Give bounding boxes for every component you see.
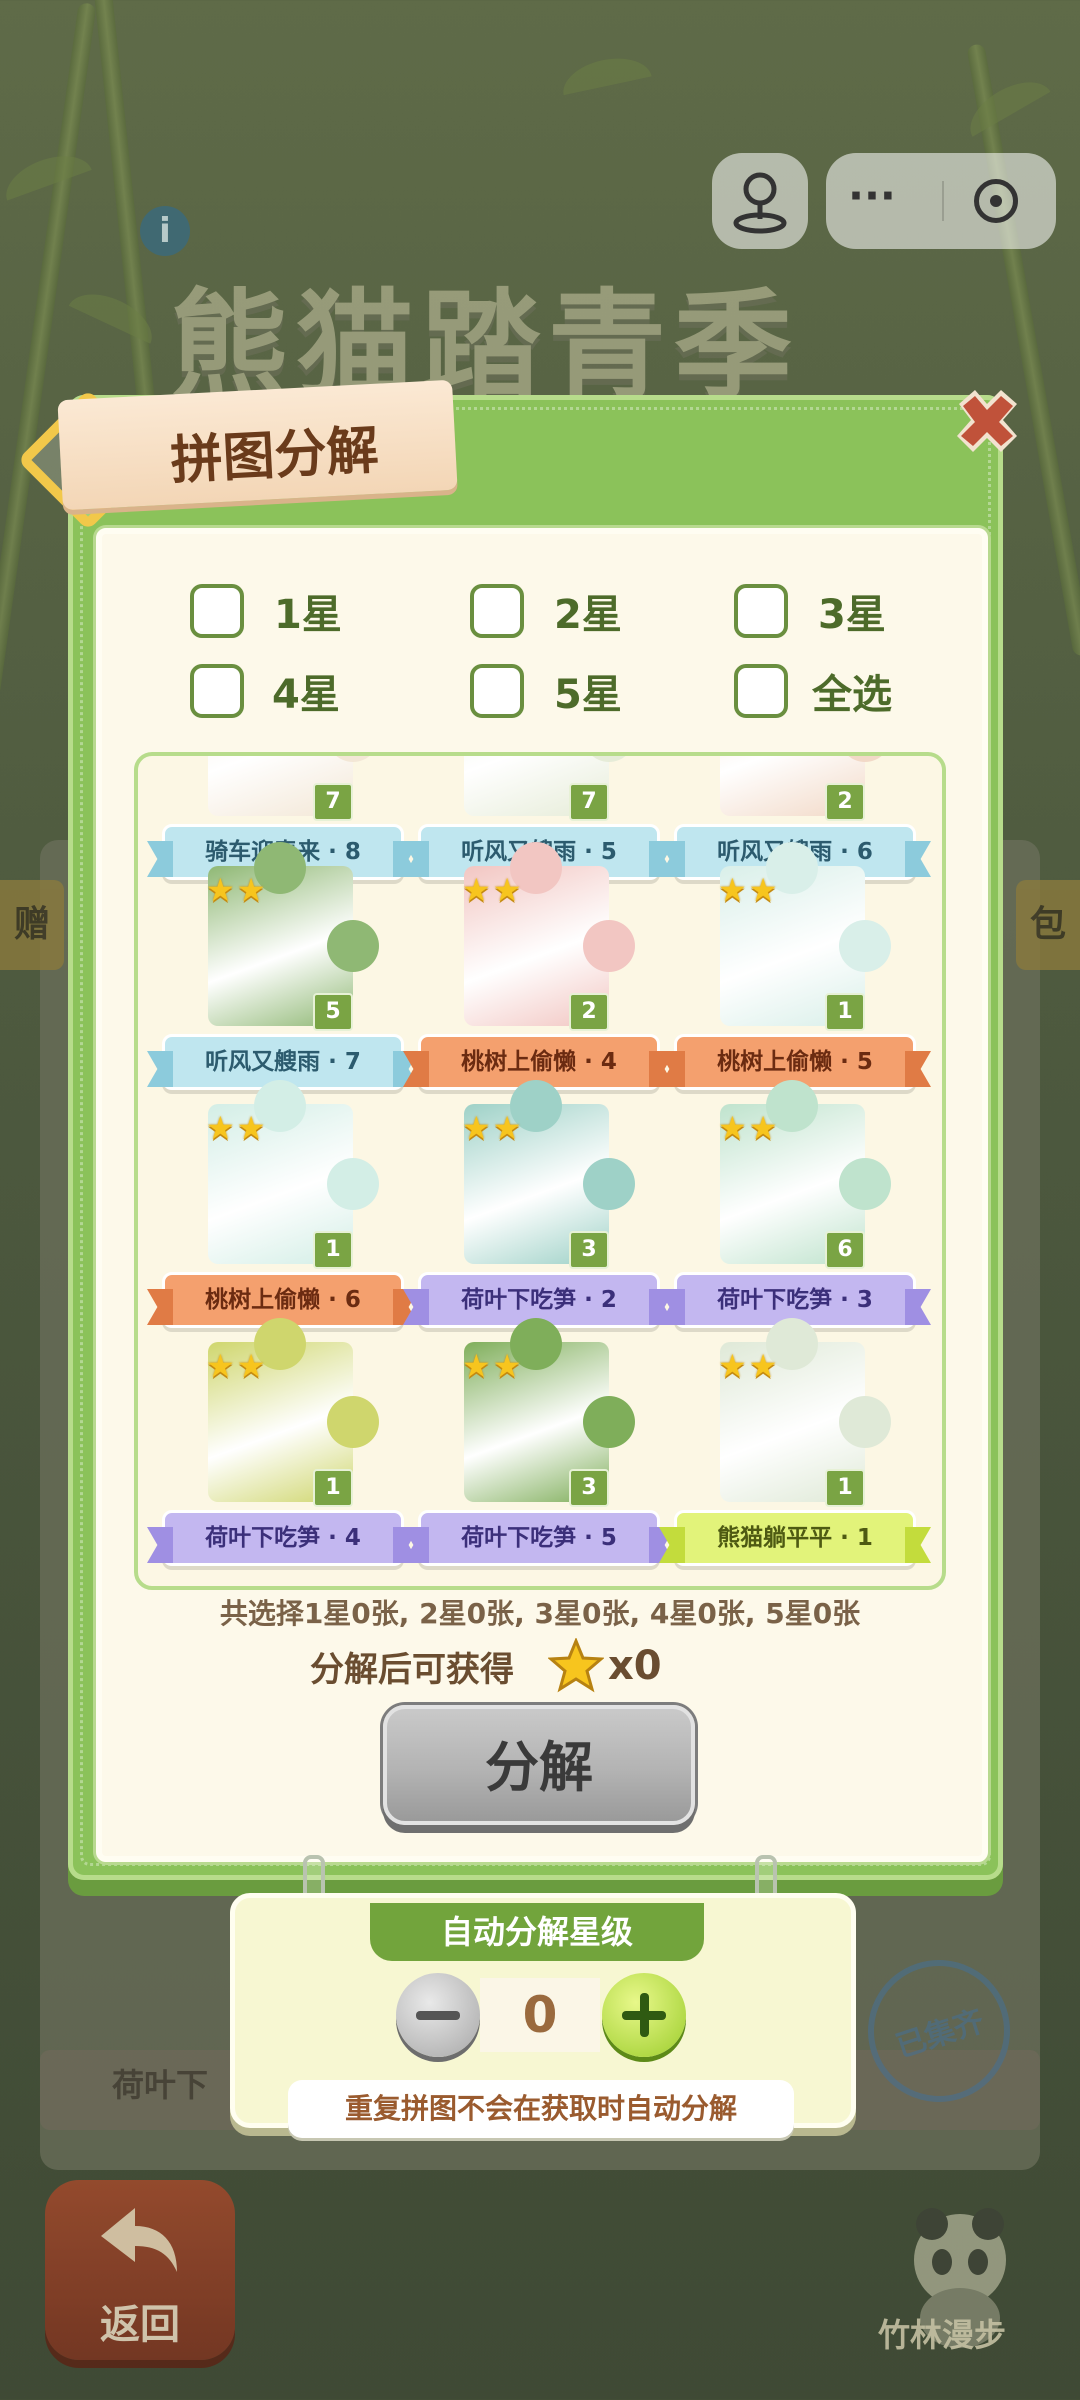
filter-4star[interactable]: 4星 (190, 660, 340, 722)
mini-program-capsule: ··· (826, 153, 1056, 249)
back-arrow-icon (101, 2208, 177, 2272)
star-icon: ★ (236, 1347, 266, 1385)
star-icon: ★ (718, 871, 747, 909)
star-icon: ★ (236, 871, 266, 909)
star-icon: ★ (206, 871, 235, 909)
filter-checkbox[interactable] (470, 664, 524, 718)
star-icon: ★ (492, 1347, 522, 1385)
piece-count-badge: 1 (825, 1469, 865, 1507)
puzzle-grid: 7骑车迎春来 · 87听风又艘雨 · 52听风又艘雨 · 6★★5听风又艘雨 ·… (134, 752, 946, 1590)
close-mini-program-icon[interactable] (974, 179, 1018, 223)
star-rating: ★ ★ (206, 1350, 265, 1382)
piece-count-badge: 7 (313, 783, 353, 821)
filter-label: 2星 (554, 592, 622, 638)
game-title: 熊猫踏青季 (170, 277, 801, 415)
filter-checkbox[interactable] (734, 664, 788, 718)
piece-count-badge: 3 (569, 1469, 609, 1507)
piece-count-badge: 2 (825, 783, 865, 821)
piece-name-ribbon: 荷叶下吃笋 · 4 (162, 1510, 404, 1566)
filter-checkbox[interactable] (190, 584, 244, 638)
filter-checkbox[interactable] (470, 584, 524, 638)
minus-icon (416, 2011, 460, 2020)
star-icon: ★ (748, 1109, 778, 1147)
filter-1star[interactable]: 1星 (190, 580, 342, 642)
piece-count-badge: 6 (825, 1231, 865, 1269)
bamboo-leaf (0, 145, 92, 201)
star-icon: ★ (718, 1109, 747, 1147)
star-rating: ★ ★ (206, 874, 265, 906)
selection-summary: 共选择1星0张, 2星0张, 3星0张, 4星0张, 5星0张 (219, 1597, 861, 1630)
close-icon (957, 390, 1017, 452)
piece-count-badge: 2 (569, 993, 609, 1031)
star-icon: ★ (748, 1347, 778, 1385)
filter-label: 4星 (272, 672, 340, 718)
star-icon: ★ (206, 1347, 235, 1385)
star-rating: ★ ★ (462, 1350, 521, 1382)
piece-count-badge: 1 (313, 1231, 353, 1269)
piece-name-ribbon: 荷叶下吃笋 · 5 (418, 1510, 660, 1566)
star-icon: ★ (206, 1109, 235, 1147)
filter-label: 全选 (812, 672, 892, 718)
auto-decompose-level: 0 (480, 1978, 600, 2052)
reward-row: 分解后可获得 x0 (310, 1636, 662, 1696)
star-currency-icon (548, 1638, 604, 1693)
piece-name-ribbon: 熊猫躺平平 · 1 (674, 1510, 916, 1566)
reward-label: 分解后可获得 (310, 1649, 514, 1690)
star-rating: ★ ★ (718, 1112, 777, 1144)
filter-label: 3星 (818, 592, 886, 638)
filter-5star[interactable]: 5星 (470, 660, 622, 722)
capsule-divider (942, 181, 944, 221)
piece-count-badge: 7 (569, 783, 609, 821)
auto-decompose-title: 自动分解星级 (370, 1903, 704, 1961)
star-rating: ★ ★ (718, 1350, 777, 1382)
star-rating: ★ ★ (462, 1112, 521, 1144)
filter-2star[interactable]: 2星 (470, 580, 622, 642)
game-assistant-button[interactable] (712, 153, 808, 249)
background-banner-right: 包 (1015, 880, 1080, 970)
decrease-button[interactable] (396, 1973, 480, 2057)
reward-value: x0 (608, 1643, 662, 1689)
star-icon: ★ (462, 871, 491, 909)
walk-label: 竹林漫步 (878, 2316, 1007, 2354)
piece-count-badge: 5 (313, 993, 353, 1031)
star-icon: ★ (492, 1109, 522, 1147)
star-icon: ★ (462, 1347, 491, 1385)
filter-select-all[interactable]: 全选 (734, 660, 892, 722)
filter-label: 1星 (274, 592, 342, 638)
auto-decompose-note: 重复拼图不会在获取时自动分解 (288, 2080, 794, 2138)
filter-checkbox[interactable] (734, 584, 788, 638)
piece-count-badge: 3 (569, 1231, 609, 1269)
background-card-label: 荷叶下 (112, 2066, 209, 2104)
filter-3star[interactable]: 3星 (734, 580, 886, 642)
bamboo-leaf (558, 50, 652, 96)
joystick-icon (733, 172, 787, 234)
modal-title-ribbon: 拼图分解 (57, 379, 458, 511)
filter-checkbox[interactable] (190, 664, 244, 718)
modal-title: 拼图分解 (169, 420, 381, 492)
star-icon: ★ (492, 871, 522, 909)
more-menu-icon[interactable]: ··· (848, 175, 896, 217)
star-rating: ★ ★ (206, 1112, 265, 1144)
decompose-button[interactable]: 分解 (383, 1705, 695, 1825)
increase-button[interactable] (602, 1973, 686, 2057)
star-icon: ★ (236, 1109, 266, 1147)
star-rating: ★ ★ (718, 874, 777, 906)
star-rating: ★ ★ (462, 874, 521, 906)
star-icon: ★ (748, 871, 778, 909)
background-banner-left: 赠 (0, 880, 65, 970)
back-button[interactable]: 返回 (45, 2180, 235, 2360)
star-icon: ★ (718, 1347, 747, 1385)
filter-label: 5星 (554, 672, 622, 718)
bamboo-leaf (68, 282, 162, 344)
piece-count-badge: 1 (313, 1469, 353, 1507)
info-icon[interactable]: i (140, 206, 190, 256)
star-icon: ★ (462, 1109, 491, 1147)
piece-count-badge: 1 (825, 993, 865, 1031)
back-button-label: 返回 (100, 2302, 180, 2348)
close-modal-button[interactable] (945, 382, 1029, 466)
